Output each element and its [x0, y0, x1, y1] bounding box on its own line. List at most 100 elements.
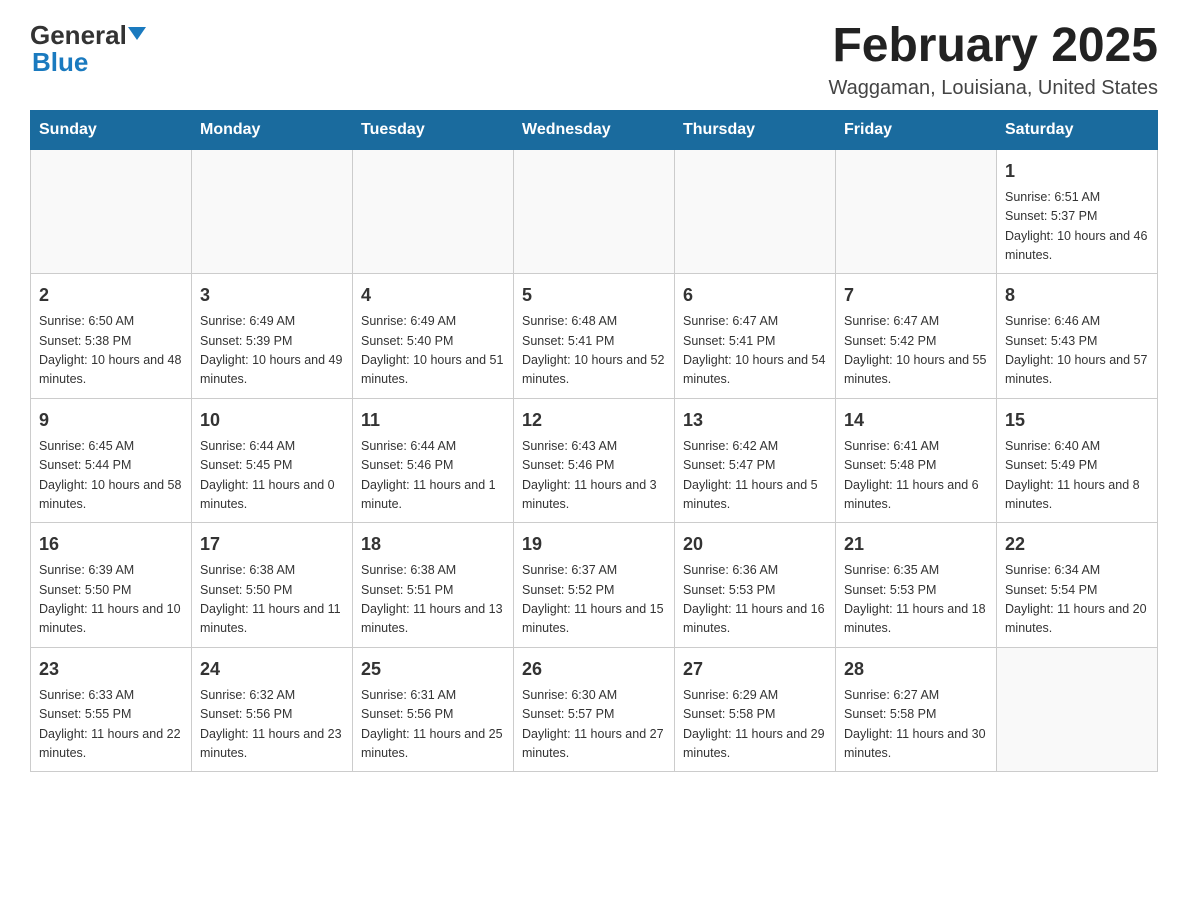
day-of-week-friday: Friday — [836, 110, 997, 149]
day-info: Sunrise: 6:43 AM Sunset: 5:46 PM Dayligh… — [522, 437, 666, 515]
page-header: General Blue February 2025 Waggaman, Lou… — [30, 20, 1158, 100]
calendar-cell — [997, 647, 1158, 772]
logo-arrow-icon — [128, 27, 146, 40]
day-number: 10 — [200, 407, 344, 434]
day-number: 24 — [200, 656, 344, 683]
calendar-cell: 23 Sunrise: 6:33 AM Sunset: 5:55 PM Dayli… — [31, 647, 192, 772]
day-info: Sunrise: 6:40 AM Sunset: 5:49 PM Dayligh… — [1005, 437, 1149, 515]
calendar-week-3: 16Sunrise: 6:39 AM Sunset: 5:50 PM Dayli… — [31, 523, 1158, 648]
day-number: 20 — [683, 531, 827, 558]
calendar-cell: 10 Sunrise: 6:44 AM Sunset: 5:45 PM Dayli… — [192, 398, 353, 523]
day-info: Sunrise: 6:30 AM Sunset: 5:57 PM Dayligh… — [522, 686, 666, 764]
day-info: Sunrise: 6:44 AM Sunset: 5:46 PM Dayligh… — [361, 437, 505, 515]
calendar-week-1: 2 Sunrise: 6:50 AM Sunset: 5:38 PM Daylig… — [31, 274, 1158, 399]
day-number: 23 — [39, 656, 183, 683]
day-of-week-monday: Monday — [192, 110, 353, 149]
day-info: Sunrise: 6:51 AM Sunset: 5:37 PM Dayligh… — [1005, 188, 1149, 266]
calendar-cell: 4Sunrise: 6:49 AM Sunset: 5:40 PM Daylig… — [353, 274, 514, 399]
calendar-cell — [675, 149, 836, 274]
calendar-header-row: SundayMondayTuesdayWednesdayThursdayFrid… — [31, 110, 1158, 149]
day-info: Sunrise: 6:36 AM Sunset: 5:53 PM Dayligh… — [683, 561, 827, 639]
day-number: 11 — [361, 407, 505, 434]
day-info: Sunrise: 6:38 AM Sunset: 5:51 PM Dayligh… — [361, 561, 505, 639]
day-info: Sunrise: 6:48 AM Sunset: 5:41 PM Dayligh… — [522, 312, 666, 390]
day-number: 12 — [522, 407, 666, 434]
calendar-cell: 16Sunrise: 6:39 AM Sunset: 5:50 PM Dayli… — [31, 523, 192, 648]
day-number: 3 — [200, 282, 344, 309]
calendar-cell: 27 Sunrise: 6:29 AM Sunset: 5:58 PM Dayli… — [675, 647, 836, 772]
calendar-cell: 25 Sunrise: 6:31 AM Sunset: 5:56 PM Dayli… — [353, 647, 514, 772]
calendar-cell: 22 Sunrise: 6:34 AM Sunset: 5:54 PM Dayli… — [997, 523, 1158, 648]
day-number: 26 — [522, 656, 666, 683]
day-info: Sunrise: 6:42 AM Sunset: 5:47 PM Dayligh… — [683, 437, 827, 515]
logo-blue: Blue — [32, 47, 88, 77]
day-info: Sunrise: 6:49 AM Sunset: 5:39 PM Dayligh… — [200, 312, 344, 390]
calendar-week-2: 9 Sunrise: 6:45 AM Sunset: 5:44 PM Daylig… — [31, 398, 1158, 523]
logo: General Blue — [30, 20, 146, 78]
calendar-cell: 24 Sunrise: 6:32 AM Sunset: 5:56 PM Dayli… — [192, 647, 353, 772]
day-info: Sunrise: 6:29 AM Sunset: 5:58 PM Dayligh… — [683, 686, 827, 764]
day-number: 25 — [361, 656, 505, 683]
calendar-cell: 14 Sunrise: 6:41 AM Sunset: 5:48 PM Dayli… — [836, 398, 997, 523]
calendar-cell: 7Sunrise: 6:47 AM Sunset: 5:42 PM Daylig… — [836, 274, 997, 399]
calendar-cell: 18 Sunrise: 6:38 AM Sunset: 5:51 PM Dayli… — [353, 523, 514, 648]
day-info: Sunrise: 6:41 AM Sunset: 5:48 PM Dayligh… — [844, 437, 988, 515]
calendar-cell: 20 Sunrise: 6:36 AM Sunset: 5:53 PM Dayli… — [675, 523, 836, 648]
calendar-cell: 5 Sunrise: 6:48 AM Sunset: 5:41 PM Daylig… — [514, 274, 675, 399]
day-number: 1 — [1005, 158, 1149, 185]
calendar-cell: 28Sunrise: 6:27 AM Sunset: 5:58 PM Dayli… — [836, 647, 997, 772]
calendar-cell: 13 Sunrise: 6:42 AM Sunset: 5:47 PM Dayli… — [675, 398, 836, 523]
day-number: 8 — [1005, 282, 1149, 309]
day-info: Sunrise: 6:32 AM Sunset: 5:56 PM Dayligh… — [200, 686, 344, 764]
day-number: 13 — [683, 407, 827, 434]
day-info: Sunrise: 6:46 AM Sunset: 5:43 PM Dayligh… — [1005, 312, 1149, 390]
day-info: Sunrise: 6:45 AM Sunset: 5:44 PM Dayligh… — [39, 437, 183, 515]
calendar-cell: 2 Sunrise: 6:50 AM Sunset: 5:38 PM Daylig… — [31, 274, 192, 399]
day-number: 9 — [39, 407, 183, 434]
day-number: 14 — [844, 407, 988, 434]
calendar-cell — [836, 149, 997, 274]
calendar-cell — [353, 149, 514, 274]
day-info: Sunrise: 6:27 AM Sunset: 5:58 PM Dayligh… — [844, 686, 988, 764]
calendar-cell: 12 Sunrise: 6:43 AM Sunset: 5:46 PM Dayli… — [514, 398, 675, 523]
day-info: Sunrise: 6:31 AM Sunset: 5:56 PM Dayligh… — [361, 686, 505, 764]
calendar-cell: 3 Sunrise: 6:49 AM Sunset: 5:39 PM Daylig… — [192, 274, 353, 399]
calendar-week-4: 23 Sunrise: 6:33 AM Sunset: 5:55 PM Dayli… — [31, 647, 1158, 772]
calendar-cell: 11 Sunrise: 6:44 AM Sunset: 5:46 PM Dayli… — [353, 398, 514, 523]
calendar-week-0: 1 Sunrise: 6:51 AM Sunset: 5:37 PM Daylig… — [31, 149, 1158, 274]
day-number: 5 — [522, 282, 666, 309]
day-number: 17 — [200, 531, 344, 558]
day-info: Sunrise: 6:37 AM Sunset: 5:52 PM Dayligh… — [522, 561, 666, 639]
calendar-cell: 21 Sunrise: 6:35 AM Sunset: 5:53 PM Dayli… — [836, 523, 997, 648]
day-of-week-thursday: Thursday — [675, 110, 836, 149]
calendar-cell — [514, 149, 675, 274]
day-of-week-tuesday: Tuesday — [353, 110, 514, 149]
calendar-cell: 17 Sunrise: 6:38 AM Sunset: 5:50 PM Dayli… — [192, 523, 353, 648]
day-info: Sunrise: 6:44 AM Sunset: 5:45 PM Dayligh… — [200, 437, 344, 515]
calendar-cell: 15 Sunrise: 6:40 AM Sunset: 5:49 PM Dayli… — [997, 398, 1158, 523]
day-info: Sunrise: 6:34 AM Sunset: 5:54 PM Dayligh… — [1005, 561, 1149, 639]
day-number: 7 — [844, 282, 988, 309]
day-number: 19 — [522, 531, 666, 558]
day-info: Sunrise: 6:38 AM Sunset: 5:50 PM Dayligh… — [200, 561, 344, 639]
day-info: Sunrise: 6:33 AM Sunset: 5:55 PM Dayligh… — [39, 686, 183, 764]
day-info: Sunrise: 6:50 AM Sunset: 5:38 PM Dayligh… — [39, 312, 183, 390]
title-section: February 2025 Waggaman, Louisiana, Unite… — [829, 20, 1158, 100]
calendar-cell: 8 Sunrise: 6:46 AM Sunset: 5:43 PM Daylig… — [997, 274, 1158, 399]
day-number: 22 — [1005, 531, 1149, 558]
day-info: Sunrise: 6:35 AM Sunset: 5:53 PM Dayligh… — [844, 561, 988, 639]
day-number: 27 — [683, 656, 827, 683]
day-number: 18 — [361, 531, 505, 558]
day-number: 15 — [1005, 407, 1149, 434]
calendar-cell: 9 Sunrise: 6:45 AM Sunset: 5:44 PM Daylig… — [31, 398, 192, 523]
day-of-week-wednesday: Wednesday — [514, 110, 675, 149]
calendar-cell: 6Sunrise: 6:47 AM Sunset: 5:41 PM Daylig… — [675, 274, 836, 399]
day-number: 21 — [844, 531, 988, 558]
calendar-cell — [31, 149, 192, 274]
calendar-cell: 26 Sunrise: 6:30 AM Sunset: 5:57 PM Dayli… — [514, 647, 675, 772]
day-number: 2 — [39, 282, 183, 309]
calendar-cell — [192, 149, 353, 274]
calendar-cell: 1 Sunrise: 6:51 AM Sunset: 5:37 PM Daylig… — [997, 149, 1158, 274]
day-number: 6 — [683, 282, 827, 309]
day-info: Sunrise: 6:39 AM Sunset: 5:50 PM Dayligh… — [39, 561, 183, 639]
